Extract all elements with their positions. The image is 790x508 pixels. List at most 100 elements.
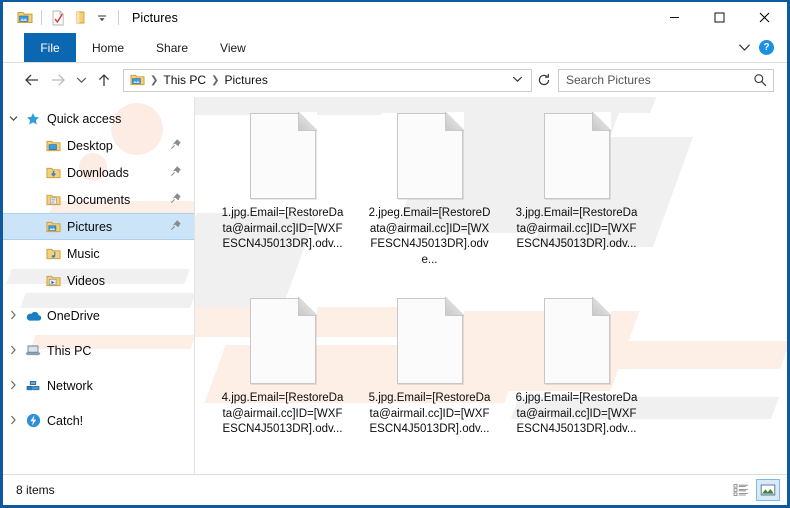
forward-button[interactable] [45, 67, 71, 93]
maximize-button[interactable] [697, 2, 742, 33]
tab-file[interactable]: File [24, 33, 76, 62]
close-button[interactable] [742, 2, 787, 33]
folder-desktop-icon [23, 139, 63, 153]
back-button[interactable] [19, 67, 45, 93]
file-item[interactable]: 2.jpeg.Email=[RestoreData@airmail.cc]ID=… [356, 107, 503, 292]
qat-separator-1 [41, 10, 42, 25]
pin-icon[interactable] [170, 138, 182, 153]
blank-document-icon [543, 112, 611, 199]
computer-icon [23, 344, 43, 357]
breadcrumb-separator-2[interactable]: ❯ [209, 75, 221, 86]
minimize-button[interactable] [652, 2, 697, 33]
sidebar-item-label: This PC [47, 343, 92, 358]
chevron-right-icon[interactable] [3, 380, 23, 392]
folder-documents-icon [23, 193, 63, 207]
file-name: 5.jpg.Email=[RestoreData@airmail.cc]ID=[… [368, 392, 491, 435]
new-folder-icon[interactable] [69, 7, 91, 29]
folder-downloads-icon [23, 166, 63, 180]
file-name: 4.jpg.Email=[RestoreData@airmail.cc]ID=[… [221, 392, 344, 435]
chevron-down-icon[interactable] [3, 114, 23, 124]
explorer-window: Pictures File Home Share View ? ❯ This P… [0, 0, 790, 508]
file-name: 2.jpeg.Email=[RestoreData@airmail.cc]ID=… [368, 207, 491, 266]
sidebar-item-label: Catch! [47, 413, 84, 428]
details-view-button[interactable] [729, 479, 753, 501]
breadcrumb[interactable]: ❯ This PC ❯ Pictures [123, 68, 532, 92]
tab-share[interactable]: Share [140, 33, 204, 62]
refresh-button[interactable] [532, 69, 555, 92]
window-title: Pictures [132, 10, 178, 25]
pin-icon[interactable] [170, 165, 182, 180]
file-item[interactable]: 6.jpg.Email=[RestoreData@airmail.cc]ID=[… [503, 292, 650, 474]
sidebar-item-catch[interactable]: Catch! [3, 407, 194, 434]
onedrive-cloud-icon [23, 310, 43, 322]
blank-document-icon [249, 297, 317, 384]
sidebar-item-network[interactable]: Network [3, 372, 194, 399]
file-list-pane[interactable]: 1.jpg.Email=[RestoreData@airmail.cc]ID=[… [194, 97, 787, 474]
chevron-right-icon[interactable] [3, 310, 23, 322]
up-button[interactable] [91, 67, 117, 93]
help-icon[interactable]: ? [759, 40, 774, 55]
window-inner: Pictures File Home Share View ? ❯ This P… [3, 2, 787, 505]
folder-pictures-icon [23, 220, 63, 234]
breadcrumb-pictures-icon[interactable] [129, 73, 148, 87]
sidebar-item-pictures[interactable]: Pictures [3, 213, 194, 240]
search-box[interactable] [558, 68, 774, 92]
collapse-ribbon-chevron-icon[interactable] [733, 41, 755, 55]
file-name: 3.jpg.Email=[RestoreData@airmail.cc]ID=[… [515, 207, 638, 250]
search-input[interactable] [566, 73, 751, 87]
sidebar-item-onedrive[interactable]: OneDrive [3, 302, 194, 329]
sidebar-item-downloads[interactable]: Downloads [3, 159, 194, 186]
status-bar: 8 items [3, 474, 787, 505]
sidebar-item-label: Documents [67, 192, 131, 207]
sidebar-item-documents[interactable]: Documents [3, 186, 194, 213]
breadcrumb-item-pictures[interactable]: Pictures [221, 73, 270, 87]
blank-document-icon [396, 112, 464, 199]
folder-videos-icon [23, 274, 63, 288]
blank-document-icon [543, 297, 611, 384]
breadcrumb-item-this-pc[interactable]: This PC [160, 73, 209, 87]
sidebar-item-quick-access[interactable]: Quick access [3, 105, 194, 132]
sidebar-item-this-pc[interactable]: This PC [3, 337, 194, 364]
qat-separator-2 [118, 10, 119, 25]
large-icons-view-button[interactable] [756, 479, 780, 501]
title-bar: Pictures [3, 2, 787, 33]
window-controls [652, 2, 787, 33]
sidebar-item-videos[interactable]: Videos [3, 267, 194, 294]
sidebar-item-label: Downloads [67, 165, 129, 180]
network-icon [23, 379, 43, 392]
sidebar-item-desktop[interactable]: Desktop [3, 132, 194, 159]
ribbon-tab-bar: File Home Share View ? [3, 33, 787, 63]
view-buttons [729, 479, 780, 501]
pin-icon[interactable] [170, 219, 182, 234]
breadcrumb-dropdown-chevron-icon[interactable] [506, 75, 529, 86]
file-grid: 1.jpg.Email=[RestoreData@airmail.cc]ID=[… [195, 97, 787, 474]
catch-lightning-icon [23, 413, 43, 428]
explorer-pictures-icon[interactable] [14, 7, 36, 29]
sidebar-item-label: Desktop [67, 138, 113, 153]
file-item[interactable]: 4.jpg.Email=[RestoreData@airmail.cc]ID=[… [209, 292, 356, 474]
properties-icon[interactable] [47, 7, 69, 29]
recent-locations-chevron-icon[interactable] [71, 67, 91, 93]
sidebar-item-label: Videos [67, 273, 105, 288]
pin-icon[interactable] [170, 192, 182, 207]
file-item[interactable]: 3.jpg.Email=[RestoreData@airmail.cc]ID=[… [503, 107, 650, 292]
file-item[interactable]: 1.jpg.Email=[RestoreData@airmail.cc]ID=[… [209, 107, 356, 292]
file-item[interactable]: 5.jpg.Email=[RestoreData@airmail.cc]ID=[… [356, 292, 503, 474]
quick-access-toolbar [3, 7, 124, 29]
blank-document-icon [396, 297, 464, 384]
breadcrumb-separator-1[interactable]: ❯ [148, 75, 160, 86]
tab-home[interactable]: Home [76, 33, 140, 62]
sidebar-item-music[interactable]: Music [3, 240, 194, 267]
chevron-right-icon[interactable] [3, 415, 23, 427]
blank-document-icon [249, 112, 317, 199]
tab-view[interactable]: View [204, 33, 262, 62]
star-icon [23, 112, 43, 126]
sidebar-item-label: Network [47, 378, 93, 393]
chevron-right-icon[interactable] [3, 345, 23, 357]
customize-qat-chevron-icon[interactable] [91, 7, 113, 29]
explorer-body: Quick access Desktop Downloads Documents… [3, 97, 787, 474]
file-name: 1.jpg.Email=[RestoreData@airmail.cc]ID=[… [221, 207, 344, 250]
search-icon[interactable] [751, 73, 769, 87]
sidebar-item-label: OneDrive [47, 308, 100, 323]
address-bar: ❯ This PC ❯ Pictures [3, 63, 787, 97]
